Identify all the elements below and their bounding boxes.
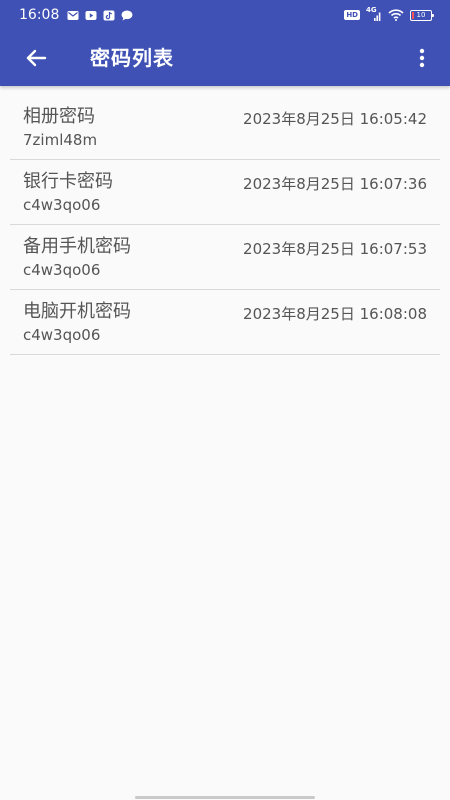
youtube-icon [85, 10, 97, 20]
chat-bubble-icon [121, 10, 133, 20]
entry-password: c4w3qo06 [23, 196, 101, 214]
back-button[interactable] [14, 36, 58, 80]
signal-bars-icon [374, 12, 381, 21]
back-arrow-icon [26, 49, 47, 67]
hd-badge: HD [344, 10, 360, 20]
more-vert-icon [419, 48, 425, 68]
password-list: 相册密码 7ziml48m 2023年8月25日 16:05:42 银行卡密码 … [10, 95, 440, 355]
entry-date: 2023年8月25日 16:07:36 [243, 175, 427, 193]
password-entry[interactable]: 备用手机密码 c4w3qo06 2023年8月25日 16:07:53 [10, 225, 440, 290]
entry-password: c4w3qo06 [23, 326, 101, 344]
entry-date: 2023年8月25日 16:05:42 [243, 110, 427, 128]
tiktok-icon [103, 10, 115, 20]
home-indicator[interactable] [135, 796, 315, 799]
battery-percent: 10 [416, 11, 426, 19]
entry-password: c4w3qo06 [23, 261, 101, 279]
status-time: 16:08 [19, 7, 60, 23]
entry-password: 7ziml48m [23, 131, 98, 149]
status-right-group: HD 4G 10 [344, 6, 434, 22]
entry-name: 相册密码 [23, 106, 95, 127]
wifi-icon [388, 9, 404, 21]
battery-level-fill [412, 11, 414, 19]
entry-name: 备用手机密码 [23, 236, 131, 257]
entry-date: 2023年8月25日 16:07:53 [243, 240, 427, 258]
status-bar: 16:08 HD 4G 10 [0, 0, 450, 30]
more-options-button[interactable] [400, 36, 444, 80]
entry-date: 2023年8月25日 16:08:08 [243, 305, 427, 323]
password-entry[interactable]: 电脑开机密码 c4w3qo06 2023年8月25日 16:08:08 [10, 290, 440, 355]
entry-name: 电脑开机密码 [23, 301, 131, 322]
toolbar: 密码列表 [0, 30, 450, 86]
password-entry[interactable]: 相册密码 7ziml48m 2023年8月25日 16:05:42 [10, 95, 440, 160]
page-title: 密码列表 [90, 46, 174, 70]
battery-icon: 10 [410, 9, 434, 21]
signal-indicator: 4G [366, 6, 382, 22]
entry-name: 银行卡密码 [23, 171, 113, 192]
mail-icon [67, 10, 79, 20]
screen: 16:08 HD 4G 10 密码列表 相册密码 7ziml48m 2023年8… [0, 0, 450, 800]
notification-icons [67, 9, 133, 21]
password-entry[interactable]: 银行卡密码 c4w3qo06 2023年8月25日 16:07:36 [10, 160, 440, 225]
